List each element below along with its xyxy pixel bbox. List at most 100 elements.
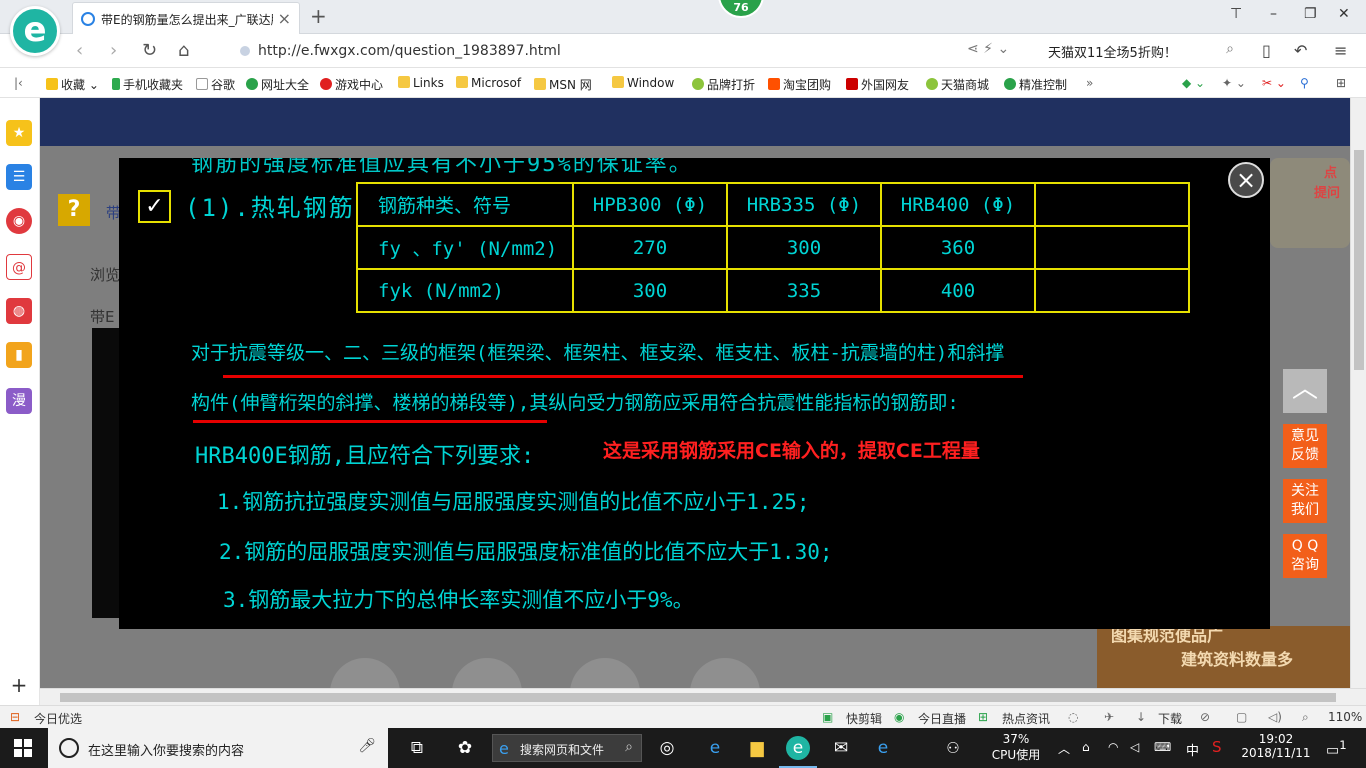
weibo-icon[interactable]: ◉ bbox=[6, 208, 32, 234]
menu-icon[interactable]: ≡ bbox=[1334, 41, 1347, 60]
refresh-icon[interactable]: ↻ bbox=[142, 40, 157, 61]
speed-icon[interactable]: ◌ bbox=[1068, 710, 1078, 724]
edge-icon[interactable]: e bbox=[870, 736, 896, 760]
vertical-scroll-thumb[interactable] bbox=[1354, 150, 1364, 370]
add-sidebar-icon[interactable]: + bbox=[6, 672, 32, 698]
news-icon[interactable]: ☰ bbox=[6, 164, 32, 190]
people-icon[interactable]: ⚇ bbox=[940, 736, 966, 760]
bookmark-folder-windows[interactable]: Window bbox=[612, 76, 674, 90]
game-icon[interactable]: ◍ bbox=[6, 298, 32, 324]
magnifier-icon[interactable]: ⚲ bbox=[1300, 76, 1309, 90]
bookmark-favorites[interactable]: 收藏 ⌄ bbox=[46, 76, 99, 93]
daily-picks-link[interactable]: 今日优选 bbox=[34, 710, 82, 727]
horizontal-scrollbar[interactable] bbox=[40, 688, 1366, 705]
quick-clip-link[interactable]: 快剪辑 bbox=[846, 710, 882, 727]
taskbar-search-placeholder[interactable]: 在这里输入你要搜索的内容 bbox=[88, 740, 244, 759]
qq-consult-button[interactable]: Q Q 咨询 bbox=[1283, 534, 1327, 578]
zoom-level[interactable]: 110% bbox=[1328, 710, 1362, 724]
volume-icon[interactable]: ◁ bbox=[1130, 740, 1139, 754]
action-center-icon[interactable]: ▭1 bbox=[1326, 738, 1347, 759]
bookmark-hao[interactable]: 网址大全 bbox=[246, 76, 309, 93]
zoom-icon[interactable]: ⌕ bbox=[1302, 710, 1309, 725]
taskbar-search[interactable]: 在这里输入你要搜索的内容 🎤︎ bbox=[48, 728, 388, 768]
breadcrumb-partial[interactable]: 浏览 bbox=[90, 264, 120, 285]
clock[interactable]: 19:02 2018/11/11 bbox=[1240, 732, 1312, 760]
ime-indicator[interactable]: 中 bbox=[1186, 740, 1199, 759]
window-icon[interactable]: ▢ bbox=[1236, 710, 1247, 724]
pinwheel-app-icon[interactable]: ✿ bbox=[452, 736, 478, 760]
internet-explorer-icon[interactable]: e bbox=[702, 736, 728, 760]
sogou-ime-icon[interactable]: S bbox=[1212, 738, 1222, 756]
bookmark-precise[interactable]: 精准控制 bbox=[1004, 76, 1067, 93]
cpu-meter[interactable]: 37% CPU使用 bbox=[990, 732, 1042, 763]
live-icon[interactable]: ◉ bbox=[894, 710, 904, 724]
scissors-icon[interactable]: ✂ ⌄ bbox=[1262, 76, 1286, 90]
news-grid-icon[interactable]: ⊞ bbox=[978, 710, 988, 724]
favorites-star-icon[interactable]: ★ bbox=[6, 120, 32, 146]
home-icon[interactable]: ⌂ bbox=[178, 40, 189, 61]
back-to-top-button[interactable]: ︿ bbox=[1283, 369, 1327, 413]
comic-icon[interactable]: 漫 bbox=[6, 388, 32, 414]
restore-button[interactable]: ❐ bbox=[1304, 6, 1317, 22]
search-box[interactable]: 天猫双11全场5折购！ ⌕ bbox=[1040, 39, 1240, 63]
bookmark-foreign[interactable]: 外国网友 bbox=[846, 76, 909, 93]
bookmark-folder-msn[interactable]: MSN 网 bbox=[534, 76, 592, 93]
video-clip-icon[interactable]: ▣ bbox=[822, 710, 833, 724]
windows-start-icon[interactable] bbox=[14, 739, 32, 757]
web-search-placeholder[interactable]: 搜索网页和文件 bbox=[520, 741, 604, 758]
live-link[interactable]: 今日直播 bbox=[918, 710, 966, 727]
hot-news-link[interactable]: 热点资讯 bbox=[1002, 710, 1050, 727]
answer-image-thumb[interactable] bbox=[92, 328, 120, 618]
vertical-scrollbar[interactable] bbox=[1350, 98, 1366, 688]
bookmark-games[interactable]: 游戏中心 bbox=[320, 76, 383, 93]
gift-icon[interactable]: ⊟ bbox=[10, 710, 20, 724]
close-window-button[interactable]: ✕ bbox=[1338, 6, 1350, 22]
pin-tool-icon[interactable]: ✈ bbox=[1104, 710, 1114, 724]
web-search-box[interactable]: e 搜索网页和文件 ⌕ bbox=[492, 734, 642, 762]
bookmark-mobile[interactable]: 手机收藏夹 bbox=[112, 76, 183, 93]
audio-icon[interactable]: ◁) bbox=[1268, 710, 1282, 724]
close-tab-icon[interactable]: × bbox=[278, 9, 291, 28]
search-suggestion[interactable]: 天猫双11全场5折购！ bbox=[1048, 42, 1177, 61]
share-icon[interactable]: ⋖ ⚡ ⌄ bbox=[967, 41, 1009, 57]
tab-active[interactable]: 带E的钢筋量怎么提出来_广联达服务新干线 × bbox=[72, 2, 300, 34]
download-icon[interactable]: ↓ bbox=[1136, 710, 1146, 724]
pin-icon[interactable]: ⊤ bbox=[1230, 6, 1242, 22]
back-icon[interactable]: ‹ bbox=[76, 40, 83, 61]
search-icon[interactable]: ⌕ bbox=[625, 739, 633, 755]
shield-icon[interactable]: ◆ ⌄ bbox=[1182, 76, 1205, 90]
forward-icon[interactable]: › bbox=[110, 40, 117, 61]
extension-icon[interactable]: ✦ ⌄ bbox=[1222, 76, 1246, 90]
undo-icon[interactable]: ↶ bbox=[1294, 41, 1307, 60]
site-info-icon[interactable] bbox=[240, 46, 250, 56]
follow-us-button[interactable]: 关注 我们 bbox=[1283, 479, 1327, 523]
cleanup-icon[interactable]: ⊘ bbox=[1200, 710, 1210, 724]
wifi-icon[interactable]: ◠ bbox=[1108, 740, 1118, 754]
microphone-icon[interactable]: 🎤︎ bbox=[358, 738, 376, 754]
feedback-button[interactable]: 意见 反馈 bbox=[1283, 424, 1327, 468]
keyboard-icon[interactable]: ⌨ bbox=[1154, 740, 1171, 754]
search-icon[interactable]: ⌕ bbox=[1226, 41, 1234, 57]
bookmark-taobao[interactable]: 淘宝团购 bbox=[768, 76, 831, 93]
bookmark-tmall[interactable]: 天猫商城 bbox=[926, 76, 989, 93]
tray-expand-icon[interactable]: ︿ bbox=[1058, 740, 1070, 757]
close-lightbox-button[interactable]: × bbox=[1228, 162, 1264, 198]
task-view-icon[interactable]: ⧉ bbox=[404, 736, 430, 760]
bookmark-brand-sale[interactable]: 品牌打折 bbox=[692, 76, 755, 93]
apps-grid-icon[interactable]: ⊞ bbox=[1336, 76, 1346, 90]
download-link[interactable]: 下载 bbox=[1158, 710, 1182, 727]
active-browser-icon[interactable]: e bbox=[786, 736, 810, 760]
cortana-icon[interactable] bbox=[59, 738, 79, 758]
mail-icon[interactable]: ✉ bbox=[828, 736, 854, 760]
email-icon[interactable]: @ bbox=[6, 254, 32, 280]
notebook-icon[interactable]: ▮ bbox=[6, 342, 32, 368]
browser-360-icon[interactable]: ◎ bbox=[654, 736, 680, 760]
ask-mascot[interactable]: 点 提问 bbox=[1270, 158, 1350, 248]
file-explorer-icon[interactable]: ▆ bbox=[744, 736, 770, 760]
new-tab-button[interactable]: + bbox=[310, 4, 327, 28]
network-icon[interactable]: ⌂ bbox=[1082, 740, 1090, 754]
horizontal-scroll-thumb[interactable] bbox=[60, 693, 1336, 702]
phone-icon[interactable]: ▯ bbox=[1262, 41, 1271, 60]
url-text[interactable]: http://e.fwxgx.com/question_1983897.html bbox=[258, 43, 561, 59]
score-badge[interactable]: 76 bbox=[718, 0, 764, 18]
